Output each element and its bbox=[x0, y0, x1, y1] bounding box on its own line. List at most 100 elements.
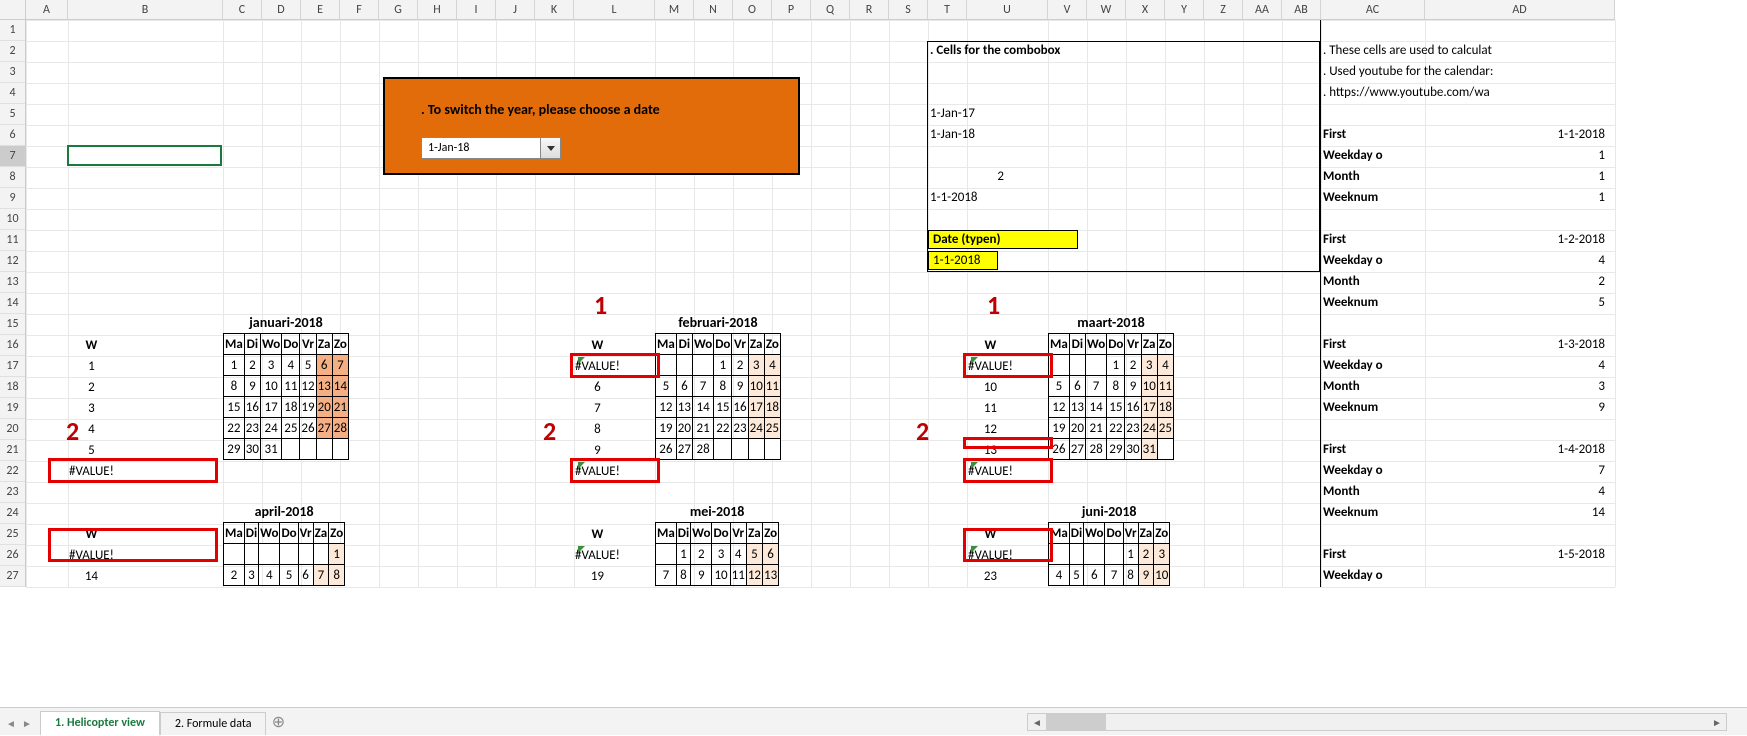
tab-next-icon[interactable]: ► bbox=[20, 713, 34, 733]
col-header-R[interactable]: R bbox=[850, 0, 889, 19]
row-header-18[interactable]: 18 bbox=[0, 377, 25, 398]
col-header-W[interactable]: W bbox=[1087, 0, 1126, 19]
row-header-1[interactable]: 1 bbox=[0, 20, 25, 41]
row-header-26[interactable]: 26 bbox=[0, 545, 25, 566]
col-header-S[interactable]: S bbox=[889, 0, 928, 19]
col-header-T[interactable]: T bbox=[928, 0, 967, 19]
col-header-V[interactable]: V bbox=[1048, 0, 1087, 19]
row-header-22[interactable]: 22 bbox=[0, 461, 25, 482]
row-header-17[interactable]: 17 bbox=[0, 356, 25, 377]
col-header-AD[interactable]: AD bbox=[1425, 0, 1615, 19]
col-header-N[interactable]: N bbox=[694, 0, 733, 19]
chevron-down-icon[interactable] bbox=[540, 138, 560, 158]
row-header-11[interactable]: 11 bbox=[0, 230, 25, 251]
row-header-24[interactable]: 24 bbox=[0, 503, 25, 524]
col-header-K[interactable]: K bbox=[535, 0, 574, 19]
calc-value: 1-5-2018 bbox=[1425, 547, 1605, 562]
row-header-25[interactable]: 25 bbox=[0, 524, 25, 545]
row-header-14[interactable]: 14 bbox=[0, 293, 25, 314]
col-header-AA[interactable]: AA bbox=[1243, 0, 1282, 19]
row-header-2[interactable]: 2 bbox=[0, 41, 25, 62]
col-header-X[interactable]: X bbox=[1126, 0, 1165, 19]
grid-area[interactable]: . To switch the year, please choose a da… bbox=[26, 20, 1747, 695]
annotation-number: 1 bbox=[594, 289, 607, 321]
sheet-tab-bar: ◄ ► 1. Helicopter view 2. Formule data ⊕… bbox=[0, 707, 1747, 735]
row-header-19[interactable]: 19 bbox=[0, 398, 25, 419]
calc-label: Month bbox=[1323, 169, 1360, 184]
annotation-number: 2 bbox=[916, 415, 929, 447]
scroll-left-icon[interactable]: ◄ bbox=[1028, 714, 1046, 730]
year-switch-title: . To switch the year, please choose a da… bbox=[421, 101, 660, 118]
note-text: . Used youtube for the calendar: bbox=[1323, 64, 1493, 79]
col-header-U[interactable]: U bbox=[967, 0, 1048, 19]
row-header-23[interactable]: 23 bbox=[0, 482, 25, 503]
col-header-F[interactable]: F bbox=[340, 0, 379, 19]
add-sheet-button[interactable]: ⊕ bbox=[266, 711, 290, 733]
col-header-B[interactable]: B bbox=[68, 0, 223, 19]
calc-label: First bbox=[1323, 442, 1346, 457]
row-header-8[interactable]: 8 bbox=[0, 167, 25, 188]
col-header-O[interactable]: O bbox=[733, 0, 772, 19]
calc-value: 1-2-2018 bbox=[1425, 232, 1605, 247]
note-text: . These cells are used to calculat bbox=[1323, 43, 1492, 58]
scroll-thumb[interactable] bbox=[1046, 714, 1106, 730]
calc-value: 1-3-2018 bbox=[1425, 337, 1605, 352]
col-header-C[interactable]: C bbox=[223, 0, 262, 19]
row-header-5[interactable]: 5 bbox=[0, 104, 25, 125]
calc-value: 1 bbox=[1425, 148, 1605, 163]
row-header-3[interactable]: 3 bbox=[0, 62, 25, 83]
row-header-15[interactable]: 15 bbox=[0, 314, 25, 335]
annotation-number: 1 bbox=[987, 289, 1000, 321]
row-header-9[interactable]: 9 bbox=[0, 188, 25, 209]
select-all-corner[interactable] bbox=[0, 0, 26, 19]
annotation-box bbox=[48, 528, 218, 562]
row-header-10[interactable]: 10 bbox=[0, 209, 25, 230]
error-indicator-icon bbox=[578, 462, 585, 469]
calc-value: 1-4-2018 bbox=[1425, 442, 1605, 457]
column-headers: ABCDEFGHIJKLMNOPQRSTUVWXYZAAABACAD bbox=[0, 0, 1615, 20]
annotation-box bbox=[48, 458, 218, 483]
col-header-H[interactable]: H bbox=[418, 0, 457, 19]
cell-value: 2 bbox=[968, 169, 1004, 184]
row-header-21[interactable]: 21 bbox=[0, 440, 25, 461]
col-header-A[interactable]: A bbox=[26, 0, 68, 19]
col-header-M[interactable]: M bbox=[655, 0, 694, 19]
col-header-G[interactable]: G bbox=[379, 0, 418, 19]
col-header-Q[interactable]: Q bbox=[811, 0, 850, 19]
row-header-4[interactable]: 4 bbox=[0, 83, 25, 104]
col-header-AB[interactable]: AB bbox=[1282, 0, 1321, 19]
row-header-6[interactable]: 6 bbox=[0, 125, 25, 146]
tab-prev-icon[interactable]: ◄ bbox=[4, 713, 18, 733]
error-indicator-icon bbox=[578, 357, 585, 364]
row-header-27[interactable]: 27 bbox=[0, 566, 25, 587]
row-header-12[interactable]: 12 bbox=[0, 251, 25, 272]
row-header-20[interactable]: 20 bbox=[0, 419, 25, 440]
selected-cell[interactable] bbox=[67, 145, 222, 166]
calc-label: First bbox=[1323, 232, 1346, 247]
row-header-16[interactable]: 16 bbox=[0, 335, 25, 356]
calc-label: Weekday o bbox=[1323, 148, 1383, 163]
cell-value: 1-1-2018 bbox=[930, 190, 978, 205]
row-header-13[interactable]: 13 bbox=[0, 272, 25, 293]
calc-value: 1 bbox=[1425, 190, 1605, 205]
horizontal-scrollbar[interactable]: ◄ ► bbox=[1027, 713, 1727, 731]
col-header-L[interactable]: L bbox=[574, 0, 655, 19]
col-header-Z[interactable]: Z bbox=[1204, 0, 1243, 19]
calc-label: Weeknum bbox=[1323, 190, 1378, 205]
col-header-D[interactable]: D bbox=[262, 0, 301, 19]
tab-helicopter-view[interactable]: 1. Helicopter view bbox=[40, 711, 160, 736]
year-combobox[interactable]: 1-Jan-18 bbox=[421, 137, 561, 159]
cell-value: 1-Jan-18 bbox=[930, 127, 975, 142]
tab-formule-data[interactable]: 2. Formule data bbox=[160, 712, 267, 735]
col-header-Y[interactable]: Y bbox=[1165, 0, 1204, 19]
col-header-J[interactable]: J bbox=[496, 0, 535, 19]
scroll-right-icon[interactable]: ► bbox=[1708, 714, 1726, 730]
col-header-I[interactable]: I bbox=[457, 0, 496, 19]
calc-value: 14 bbox=[1425, 505, 1605, 520]
col-header-E[interactable]: E bbox=[301, 0, 340, 19]
date-typen-value[interactable]: 1-1-2018 bbox=[928, 251, 998, 270]
note-text: . https://www.youtube.com/wa bbox=[1323, 85, 1490, 100]
col-header-AC[interactable]: AC bbox=[1321, 0, 1425, 19]
row-header-7[interactable]: 7 bbox=[0, 146, 25, 167]
col-header-P[interactable]: P bbox=[772, 0, 811, 19]
